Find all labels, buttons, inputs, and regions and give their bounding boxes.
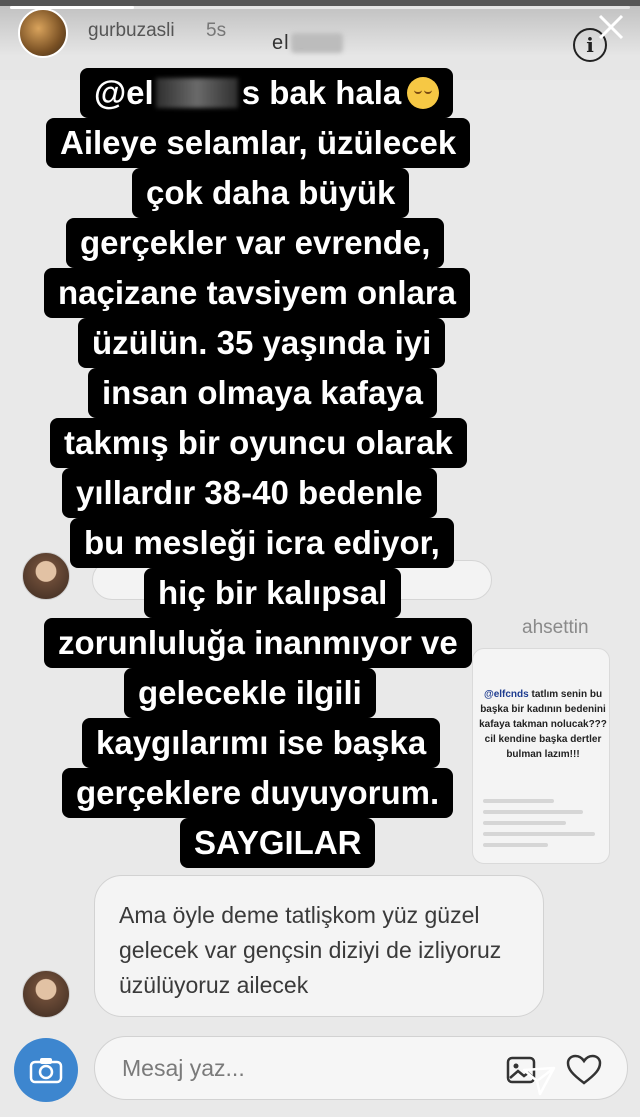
caption-mention: @el [94,74,154,111]
mention-redaction [155,78,238,109]
caption-line: çok daha büyük [132,168,410,218]
camera-button[interactable] [14,1038,78,1102]
send-icon[interactable] [522,1066,556,1096]
camera-icon [29,1058,63,1084]
caption-line-text: s bak hala [241,74,402,111]
reply-avatar[interactable] [22,970,70,1018]
caption-line: kaygılarımı ise başka [82,718,441,768]
caption-line: zorunluluğa inanmıyor ve [44,618,472,668]
story-caption: @el s bak hala Aileye selamlar, üzülecek … [0,0,640,870]
caption-line: insan olmaya kafaya [88,368,438,418]
caption-line: hiç bir kalıpsal [144,568,402,618]
heart-icon[interactable] [566,1054,602,1086]
caption-line: gerçeklere duyuyorum. [62,768,454,818]
reply-message: Ama öyle deme tatlişkom yüz güzel gelece… [94,875,544,1017]
caption-line: gelecekle ilgili [124,668,376,718]
relieved-face-icon [407,76,440,109]
caption-line: bu mesleği icra ediyor, [70,518,454,568]
caption-line: naçizane tavsiyem onlara [44,268,471,318]
caption-line: yıllardır 38-40 bedenle [62,468,437,518]
caption-line: takmış bir oyuncu olarak [50,418,467,468]
caption-line: gerçekler var evrende, [66,218,445,268]
caption-line: üzülün. 35 yaşında iyi [78,318,446,368]
message-input[interactable]: Mesaj yaz... [122,1055,245,1082]
caption-line: @el s bak hala [80,68,454,118]
caption-line: Aileye selamlar, üzülecek [46,118,471,168]
caption-line: SAYGILAR [180,818,376,868]
